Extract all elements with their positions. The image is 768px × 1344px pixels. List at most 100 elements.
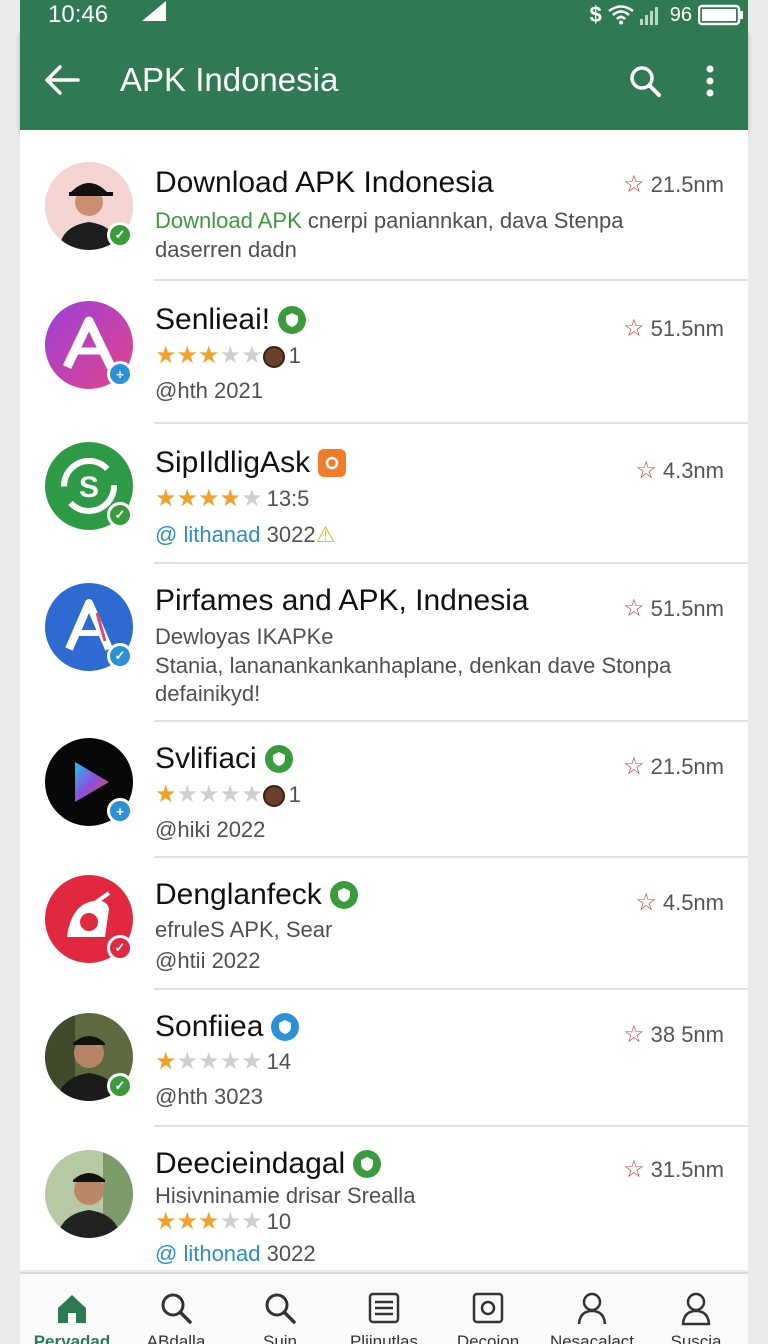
nav-item-plijnutlas[interactable]: Plijnutlas [332,1274,436,1344]
app-title: Pirfames and APK, Indnesia [155,584,529,617]
nav-item-home[interactable]: Peryadad [20,1274,124,1344]
app-bar: APK Indonesia [20,30,748,130]
app-handle: @htii 2022 [155,948,261,973]
star-outline-icon: ☆ [623,315,645,342]
avatar [45,1150,133,1238]
nav-item-nesacalact[interactable]: Nesacalact [540,1274,644,1344]
app-meta: ☆ 38 5nm [623,1021,724,1048]
rating-stars: ★ ★ ★ ★ ★ [155,1048,263,1075]
face-emoji-icon [262,785,285,808]
app-title: Deecieindagal [155,1147,382,1181]
star-outline-icon: ☆ [623,1156,645,1183]
avatar: S ✓ [45,442,133,530]
verified-shield-icon [278,306,307,334]
app-description: Dewloyas IKAPKe [155,624,334,649]
check-badge-icon: ✓ [107,643,133,669]
list-item[interactable]: ✓ Sonfiiea ★ ★ ★ ★ ★ 14 @hth 3023 ☆ 38 5nm [20,990,748,1127]
app-title: SipIldligAsk [155,446,347,480]
app-handle: @hth 3023 [155,1084,263,1109]
verified-shield-icon [271,1013,300,1041]
square-target-icon [472,1292,504,1324]
app-title: Download APK Indonesia [155,166,494,199]
status-time: 10:46 [48,1,109,28]
app-meta: ☆ 51.5nm [623,315,724,342]
search-icon[interactable] [628,64,662,98]
list-item[interactable]: ✓ Download APK Indonesia Download APK cn… [20,130,748,281]
nav-item-suscia[interactable]: Suscia [644,1274,748,1344]
avatar: ✓ [45,162,133,250]
nav-item-suin[interactable]: Suin [228,1274,332,1344]
wifi-icon [608,5,634,25]
app-title: Senlieai! [155,303,307,337]
list-item[interactable]: ✓ Pirfames and APK, Indnesia Dewloyas IK… [20,564,748,722]
person-photo-icon [45,1150,133,1238]
app-rating: ★ ★ ★ ★ ★ 13:5 [155,485,310,512]
svg-text:S: S [79,471,99,504]
star-outline-icon: ☆ [623,171,645,198]
list-item[interactable]: Deecieindagal Hisivninamie drisar Sreall… [20,1127,748,1270]
warning-icon: ⚠ [315,522,336,547]
app-meta: ☆ 21.5nm [623,171,724,198]
check-badge-icon: ✓ [107,502,133,528]
star-outline-icon: ☆ [623,1021,645,1048]
check-badge-icon: ✓ [107,222,133,248]
home-icon [58,1295,86,1323]
bottom-navigation: Peryadad ABdalla Suin Plijnutlas Decoion… [20,1272,748,1344]
rating-stars: ★ ★ ★ ★ ★ [155,342,263,369]
status-bar: 10:46 $ 96 [20,0,748,30]
dollar-icon: $ [589,2,602,27]
app-title: Sonfiiea [155,1010,300,1044]
person-icon [577,1292,607,1325]
avatar: + [45,301,133,389]
plus-badge-icon: + [107,798,133,824]
app-title: Denglanfeck [155,878,358,912]
app-rating: ★ ★ ★ ★ ★ 14 [155,1048,292,1075]
search-icon [265,1293,296,1324]
more-vert-icon[interactable] [700,64,720,98]
rating-stars: ★ ★ ★ ★ ★ [155,781,263,808]
verified-shield-icon [329,881,358,909]
app-description-2: daserren dadn [155,237,297,262]
app-description-2: Stania, lananankankanhaplane, denkan dav… [155,653,672,678]
battery-icon [698,4,743,26]
nav-item-decoion[interactable]: Decoion [436,1274,540,1344]
app-description: efruleS APK, Sear [155,917,333,942]
star-outline-icon: ☆ [635,889,657,916]
app-rating: ★ ★ ★ ★ ★ 1 [155,781,301,808]
list-item[interactable]: S ✓ SipIldligAsk ★ ★ ★ ★ ★ 13:5 @ lithanad 30… [20,424,748,564]
app-handle: @ lithonad 3022 [155,1241,316,1266]
orange-badge-icon [318,449,347,477]
status-icons: $ 96 [590,2,745,28]
list-item[interactable]: ✓ Denglanfeck efruleS APK, Sear @htii 20… [20,858,748,990]
app-meta: ☆ 51.5nm [623,595,724,622]
star-outline-icon: ☆ [635,457,657,484]
plus-badge-icon: + [107,361,133,387]
search-icon [161,1293,192,1324]
back-arrow-icon[interactable] [42,64,82,96]
app-meta: ☆ 31.5nm [623,1156,724,1183]
list-item[interactable]: + Senlieai! ★ ★ ★ ★ ★ 1 @hth 2021 ☆ 51.5nm [20,281,748,424]
battery-percent: 96 [669,3,692,26]
verified-shield-icon [353,1150,382,1178]
check-badge-icon: ✓ [107,1073,133,1099]
rating-stars: ★ ★ ★ ★ ★ [155,1208,263,1235]
app-rating: ★ ★ ★ ★ ★ 1 [155,342,301,369]
app-description: Download APK cnerpi paniannkan, dava Ste… [155,208,624,233]
avatar: + [45,738,133,826]
check-badge-icon: ✓ [107,935,133,961]
list-item[interactable]: + Svlifiaci ★ ★ ★ ★ ★ 1 @hiki 2022 ☆ 21.5nm [20,722,748,858]
app-handle: @hiki 2022 [155,817,266,842]
app-description-3: defainikyd! [155,681,261,706]
person-outline-icon [681,1292,711,1326]
avatar: ✓ [45,1013,133,1101]
face-emoji-icon [262,346,285,369]
app-meta: ☆ 21.5nm [623,753,724,780]
nav-item-abdalla[interactable]: ABdalla [124,1274,228,1344]
avatar: ✓ [45,583,133,671]
app-meta: ☆ 4.3nm [635,457,724,484]
signal-triangle-icon [142,1,166,21]
signal-icon [639,7,658,25]
app-meta: ☆ 4.5nm [635,889,724,916]
app-title: Svlifiaci [155,742,293,776]
app-handle: @hth 2021 [155,378,263,403]
